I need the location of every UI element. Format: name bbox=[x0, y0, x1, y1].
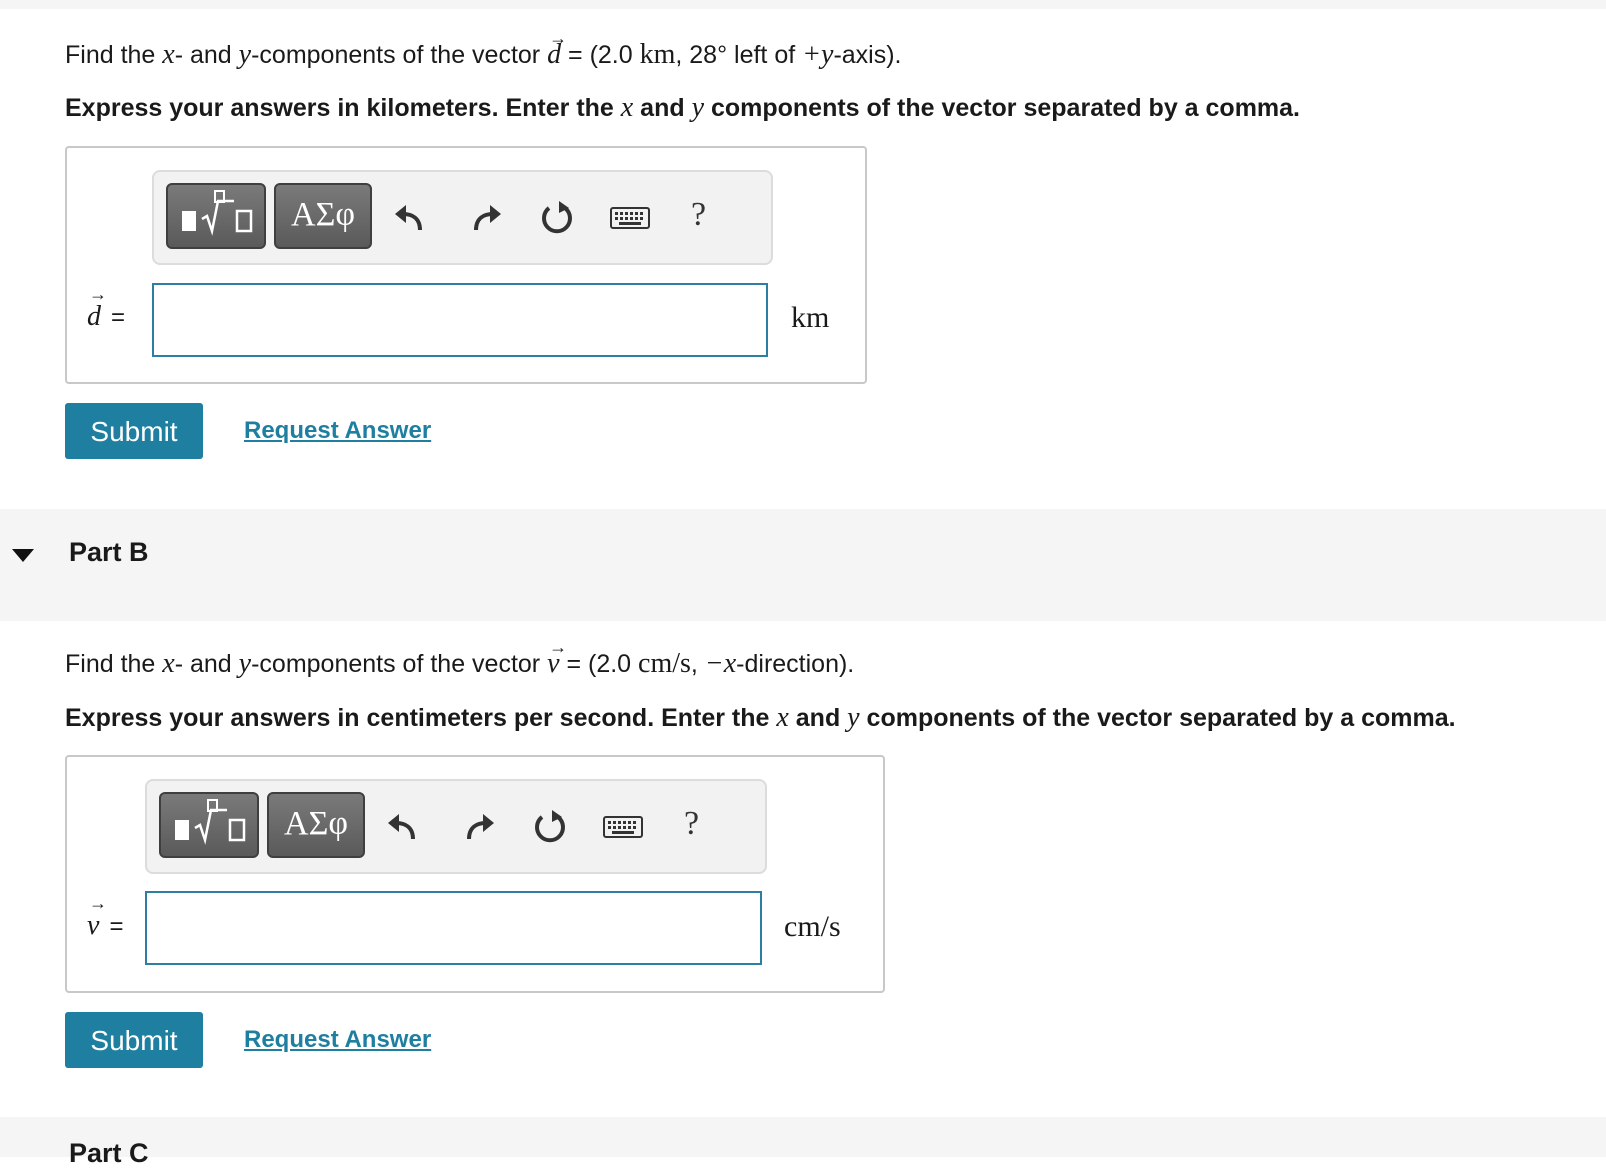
templates-icon bbox=[175, 799, 246, 845]
part-a-answer-box: ΑΣφ ? d= km bbox=[65, 146, 867, 384]
redo-icon[interactable] bbox=[459, 807, 499, 847]
part-a-instruction: Express your answers in kilometers. Ente… bbox=[65, 92, 1300, 123]
reset-icon[interactable] bbox=[537, 198, 577, 238]
templates-button[interactable] bbox=[159, 792, 259, 858]
keyboard-icon[interactable] bbox=[602, 807, 644, 847]
part-b-instruction: Express your answers in centimeters per … bbox=[65, 702, 1456, 733]
reset-icon[interactable] bbox=[530, 807, 570, 847]
collapse-caret-icon[interactable] bbox=[12, 549, 34, 562]
part-b-header[interactable] bbox=[0, 509, 1606, 621]
part-b-math-toolbar: ΑΣφ ? bbox=[145, 779, 767, 874]
templates-icon bbox=[182, 190, 253, 236]
help-icon[interactable]: ? bbox=[684, 805, 699, 843]
greek-symbols-button[interactable]: ΑΣφ bbox=[274, 183, 372, 249]
part-b-answer-input[interactable] bbox=[145, 891, 762, 965]
undo-icon[interactable] bbox=[383, 807, 423, 847]
greek-symbols-icon: ΑΣφ bbox=[291, 196, 355, 233]
vector-d-symbol: d bbox=[547, 23, 567, 70]
part-a-lhs-label: d= bbox=[87, 284, 125, 333]
part-a-prompt: Find the x- and y-components of the vect… bbox=[65, 23, 902, 70]
redo-icon[interactable] bbox=[466, 198, 506, 238]
keyboard-icon[interactable] bbox=[609, 198, 651, 238]
part-c-header[interactable] bbox=[0, 1117, 1606, 1157]
part-a-math-toolbar: ΑΣφ ? bbox=[152, 170, 773, 265]
vector-v-symbol: v bbox=[547, 632, 568, 679]
part-b-title: Part B bbox=[69, 537, 149, 567]
part-b-request-answer-link[interactable]: Request Answer bbox=[244, 1026, 431, 1054]
help-icon[interactable]: ? bbox=[691, 196, 706, 234]
greek-symbols-button[interactable]: ΑΣφ bbox=[267, 792, 365, 858]
part-b-prompt: Find the x- and y-components of the vect… bbox=[65, 632, 854, 679]
part-a-submit-button[interactable]: Submit bbox=[65, 403, 203, 459]
part-a-unit-label: km bbox=[791, 301, 830, 334]
templates-button[interactable] bbox=[166, 183, 266, 249]
part-a-answer-input[interactable] bbox=[152, 283, 768, 357]
part-a-request-answer-link[interactable]: Request Answer bbox=[244, 417, 431, 445]
top-band bbox=[0, 0, 1606, 9]
part-b-answer-box: ΑΣφ ? v= cm/s bbox=[65, 755, 885, 993]
part-b-submit-button[interactable]: Submit bbox=[65, 1012, 203, 1068]
part-c-title: Part C bbox=[69, 1138, 149, 1168]
part-b-lhs-label: v= bbox=[87, 893, 123, 942]
greek-symbols-icon: ΑΣφ bbox=[284, 805, 348, 842]
part-b-unit-label: cm/s bbox=[784, 910, 841, 943]
undo-icon[interactable] bbox=[390, 198, 430, 238]
